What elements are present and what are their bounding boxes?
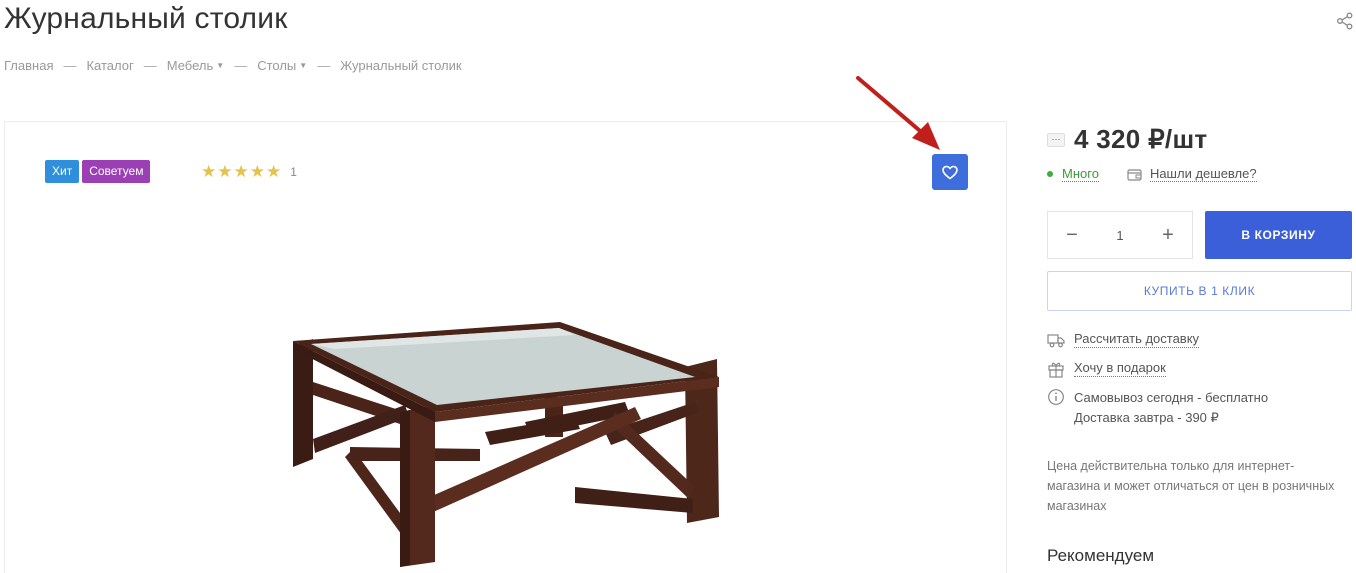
quantity-input[interactable] — [1100, 227, 1140, 243]
breadcrumb-tables[interactable]: Столы ▼ — [257, 57, 307, 75]
stock-row: Много Нашли дешевле? — [1047, 166, 1257, 182]
share-icon[interactable] — [1336, 12, 1354, 30]
buy-one-click-button[interactable]: КУПИТЬ В 1 КЛИК — [1047, 271, 1352, 311]
caret-down-icon: ▼ — [299, 61, 308, 70]
breadcrumb-separator: — — [143, 58, 157, 73]
breadcrumb: Главная — Каталог — Мебель ▼ — Столы ▼ — Ж… — [4, 57, 462, 75]
found-cheaper-link[interactable]: Нашли дешевле? — [1127, 166, 1257, 182]
heart-icon — [942, 165, 958, 179]
product-image[interactable] — [275, 217, 735, 573]
calc-delivery-row[interactable]: Рассчитать доставку — [1047, 331, 1200, 349]
gift-link[interactable]: Хочу в подарок — [1074, 360, 1166, 377]
rating[interactable]: ★ ★ ★ ★ ★ 1 — [201, 162, 297, 182]
found-cheaper-label: Нашли дешевле? — [1149, 166, 1257, 182]
gift-icon — [1048, 362, 1064, 378]
truck-icon — [1047, 334, 1065, 348]
stock-label[interactable]: Много — [1062, 166, 1099, 182]
star-icon: ★ — [266, 162, 282, 181]
rating-count: 1 — [290, 165, 297, 179]
pickup-text: Самовывоз сегодня - бесплатно — [1074, 390, 1269, 405]
favorite-button[interactable] — [932, 154, 968, 190]
quantity-decrease-button[interactable]: − — [1048, 212, 1096, 258]
price: 4 320 ₽/шт — [1074, 124, 1208, 154]
more-icon[interactable]: ··· — [1047, 132, 1065, 147]
badges: Хит Советуем — [45, 160, 151, 183]
breadcrumb-furniture[interactable]: Мебель ▼ — [167, 57, 224, 75]
page-title: Журнальный столик — [4, 2, 288, 35]
calc-delivery-link[interactable]: Рассчитать доставку — [1074, 331, 1200, 348]
stock-status-icon — [1047, 171, 1053, 177]
price-note: Цена действительна только для интернет-м… — [1047, 459, 1335, 513]
star-icon: ★ — [217, 162, 233, 181]
star-icon: ★ — [249, 162, 265, 181]
breadcrumb-separator: — — [317, 58, 331, 73]
product-gallery: Хит Советуем ★ ★ ★ ★ ★ 1 — [4, 121, 1007, 573]
breadcrumb-separator: — — [63, 58, 77, 73]
wallet-icon — [1127, 168, 1142, 181]
star-icon: ★ — [201, 162, 217, 181]
star-icon: ★ — [233, 162, 249, 181]
quantity-stepper: − + — [1047, 211, 1193, 259]
price-row: ··· 4 320 ₽/шт — [1047, 124, 1207, 155]
breadcrumb-current: Журнальный столик — [340, 58, 462, 73]
info-icon — [1048, 389, 1064, 405]
add-to-cart-button[interactable]: В КОРЗИНУ — [1205, 211, 1352, 259]
recommend-badge: Советуем — [82, 160, 151, 183]
delivery-tomorrow-text: Доставка завтра - 390 ₽ — [1074, 410, 1219, 425]
gift-row[interactable]: Хочу в подарок — [1047, 360, 1166, 378]
quantity-increase-button[interactable]: + — [1144, 212, 1192, 258]
caret-down-icon: ▼ — [216, 61, 225, 70]
hit-badge: Хит — [45, 160, 80, 183]
breadcrumb-separator: — — [234, 58, 248, 73]
recommend-heading: Рекомендуем — [1047, 546, 1155, 565]
breadcrumb-home[interactable]: Главная — [4, 57, 53, 75]
pickup-info: Самовывоз сегодня - бесплатно Доставка з… — [1047, 388, 1268, 428]
breadcrumb-catalog[interactable]: Каталог — [86, 57, 133, 75]
